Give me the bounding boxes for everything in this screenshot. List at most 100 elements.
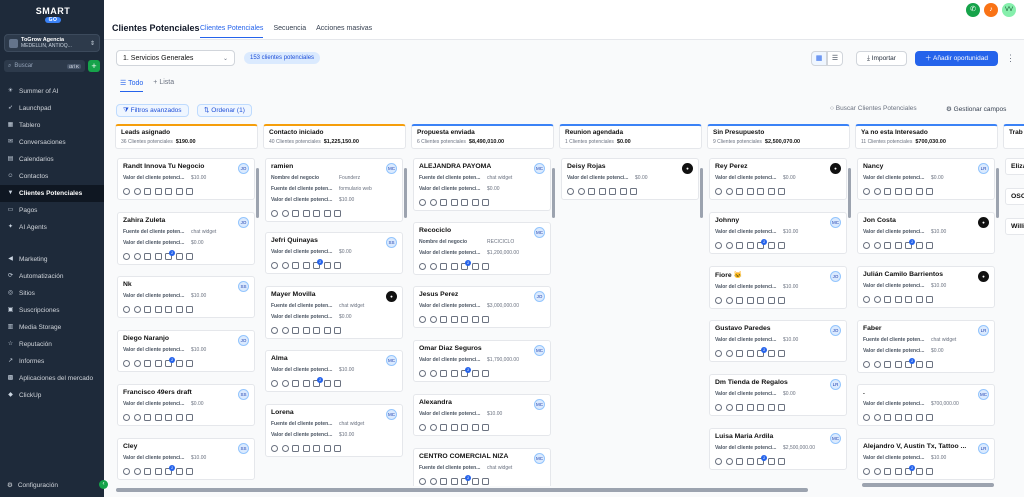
lead-card[interactable]: Dm Tienda de Regalos LR Valor del cliente … <box>709 374 847 416</box>
owner-avatar[interactable]: JO <box>534 291 545 302</box>
message-icon[interactable] <box>894 361 902 368</box>
pipeline-select[interactable]: 1. Servicios Generales ⌄ <box>116 50 235 66</box>
chat-icon[interactable] <box>429 370 437 377</box>
phone-icon[interactable] <box>419 263 426 270</box>
task-icon[interactable] <box>767 188 775 195</box>
task-icon[interactable] <box>175 306 183 313</box>
chat-icon[interactable] <box>281 327 289 334</box>
message-icon[interactable] <box>746 350 754 357</box>
phone-icon[interactable] <box>715 188 722 195</box>
calendar-icon[interactable] <box>186 253 193 260</box>
sidebar-item-reputaci-n[interactable]: ☆ Reputación <box>0 336 104 353</box>
lead-card[interactable]: Lorena MC Fuente del cliente poten... chat … <box>265 404 403 457</box>
message-icon[interactable] <box>746 188 754 195</box>
lead-card[interactable]: CENTRO COMERCIAL NIZA MC Fuente del client… <box>413 448 551 486</box>
task-icon[interactable] <box>175 253 183 260</box>
lead-card[interactable]: Randt Innova Tu Negocio JO Valor del clien… <box>117 158 255 200</box>
owner-avatar[interactable]: SS <box>238 389 249 400</box>
note-icon[interactable] <box>757 404 764 411</box>
lead-name[interactable]: Lorena <box>271 409 381 416</box>
calendar-icon[interactable] <box>926 296 933 303</box>
task-icon[interactable] <box>767 297 775 304</box>
sidebar-item-suscripciones[interactable]: ▣ Suscripciones <box>0 302 104 319</box>
tag-icon[interactable] <box>736 242 743 249</box>
tag-icon[interactable] <box>144 414 151 421</box>
note-icon[interactable]: 1 <box>757 347 767 357</box>
task-icon[interactable] <box>323 327 331 334</box>
tag-icon[interactable] <box>144 188 151 195</box>
owner-avatar[interactable]: MC <box>830 217 841 228</box>
lead-card[interactable]: Mayer Movilla ● Fuente del cliente poten..… <box>265 286 403 339</box>
lead-name[interactable]: ALEJANDRA PAYOMA <box>419 163 529 170</box>
owner-avatar[interactable]: ● <box>386 291 397 302</box>
owner-avatar[interactable]: MC <box>534 163 545 174</box>
advanced-filters-button[interactable]: ⧩ Filtros avanzados <box>116 104 189 117</box>
owner-avatar[interactable]: JO <box>830 325 841 336</box>
tag-icon[interactable] <box>736 458 743 465</box>
phone-icon[interactable] <box>271 380 278 387</box>
chat-icon[interactable] <box>281 262 289 269</box>
task-icon[interactable] <box>767 242 775 249</box>
chat-icon[interactable] <box>133 360 141 367</box>
column-scrollbar[interactable] <box>700 168 703 218</box>
calendar-icon[interactable] <box>482 424 489 431</box>
message-icon[interactable] <box>450 316 458 323</box>
lead-card[interactable]: Willi <box>1005 218 1024 235</box>
calendar-icon[interactable] <box>482 263 489 270</box>
lead-card[interactable]: Cley SS Valor del cliente potenci... $10.00… <box>117 438 255 480</box>
tag-icon[interactable] <box>144 306 151 313</box>
lead-name[interactable]: CENTRO COMERCIAL NIZA <box>419 453 529 460</box>
lead-name[interactable]: Omar Diaz Seguros <box>419 345 529 352</box>
sidebar-item-clientes-potenciales[interactable]: ▼ Clientes Potenciales <box>0 185 104 202</box>
phone-icon[interactable] <box>419 199 426 206</box>
task-icon[interactable] <box>471 263 479 270</box>
lead-name[interactable]: Jon Costa <box>863 217 973 224</box>
owner-avatar[interactable]: MC <box>830 433 841 444</box>
owner-avatar[interactable]: ● <box>830 163 841 174</box>
task-icon[interactable] <box>175 188 183 195</box>
note-icon[interactable]: 1 <box>905 465 915 475</box>
task-icon[interactable] <box>323 380 331 387</box>
add-opportunity-button[interactable]: ＋ Añadir oportunidad <box>915 51 998 66</box>
phone-icon[interactable] <box>419 478 426 485</box>
sidebar-item-ai-agents[interactable]: ✦ AI Agents <box>0 219 104 236</box>
calendar-icon[interactable] <box>778 188 785 195</box>
calendar-icon[interactable] <box>334 262 341 269</box>
note-icon[interactable]: 1 <box>757 239 767 249</box>
note-icon[interactable] <box>905 414 912 421</box>
task-icon[interactable] <box>915 361 923 368</box>
lead-card[interactable]: Eliza <box>1005 158 1024 175</box>
note-icon[interactable] <box>165 188 172 195</box>
owner-avatar[interactable]: ● <box>682 163 693 174</box>
owner-avatar[interactable]: MC <box>534 345 545 356</box>
more-options-icon[interactable]: ⋮ <box>1006 53 1015 64</box>
task-icon[interactable] <box>175 414 183 421</box>
calendar-icon[interactable] <box>778 404 785 411</box>
owner-avatar[interactable]: SS <box>238 281 249 292</box>
chat-icon[interactable] <box>281 210 289 217</box>
lead-card[interactable]: OSO <box>1005 188 1024 205</box>
owner-avatar[interactable]: MC <box>534 399 545 410</box>
phone-icon[interactable] <box>123 306 130 313</box>
phone-icon[interactable] <box>419 424 426 431</box>
phone-icon[interactable] <box>715 297 722 304</box>
owner-avatar[interactable]: SS <box>386 237 397 248</box>
phone-icon[interactable] <box>863 188 870 195</box>
board-view-icon[interactable]: ▦ <box>811 51 827 66</box>
tag-icon[interactable] <box>292 262 299 269</box>
tag-icon[interactable] <box>292 445 299 452</box>
tab-clientes-potenciales[interactable]: Clientes Potenciales <box>200 25 264 38</box>
message-icon[interactable] <box>598 188 606 195</box>
message-icon[interactable] <box>894 296 902 303</box>
chat-icon[interactable] <box>873 242 881 249</box>
owner-avatar[interactable]: MC <box>386 409 397 420</box>
chat-icon[interactable] <box>133 188 141 195</box>
task-icon[interactable] <box>323 445 331 452</box>
lead-card[interactable]: Diego Naranjo JO Valor del cliente potenci… <box>117 330 255 372</box>
tag-icon[interactable] <box>440 199 447 206</box>
task-icon[interactable] <box>915 188 923 195</box>
task-icon[interactable] <box>471 370 479 377</box>
phone-icon[interactable] <box>419 316 426 323</box>
lead-card[interactable]: Francisco 49ers draft SS Valor del cliente… <box>117 384 255 426</box>
tag-icon[interactable] <box>292 210 299 217</box>
